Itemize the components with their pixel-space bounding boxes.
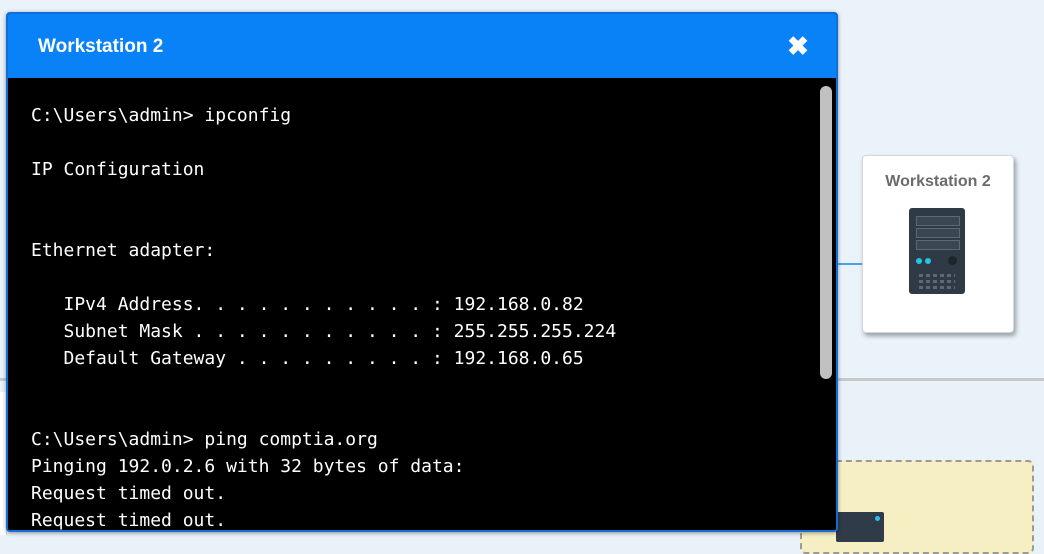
terminal-line: Request timed out. bbox=[31, 483, 227, 504]
workstation-terminal-modal: Workstation 2 ✖ C:\Users\admin> ipconfig… bbox=[6, 12, 838, 532]
terminal-line: C:\Users\admin> ping comptia.org bbox=[31, 429, 378, 450]
terminal-line: IPv4 Address. . . . . . . . . . . : 192.… bbox=[31, 294, 584, 315]
terminal-line: Default Gateway . . . . . . . . . : 192.… bbox=[31, 348, 584, 369]
terminal-line: Pinging 192.0.2.6 with 32 bytes of data: bbox=[31, 456, 465, 477]
terminal-scrollbar[interactable] bbox=[816, 78, 836, 530]
close-icon[interactable]: ✖ bbox=[786, 33, 810, 59]
workstation-2-card[interactable]: Workstation 2 bbox=[862, 155, 1014, 333]
device-card-label: Workstation 2 bbox=[885, 173, 991, 190]
terminal-output[interactable]: C:\Users\admin> ipconfig IP Configuratio… bbox=[8, 78, 816, 530]
network-connection-line bbox=[835, 263, 863, 265]
terminal-line: IP Configuration bbox=[31, 159, 205, 180]
modal-header: Workstation 2 ✖ bbox=[8, 14, 836, 78]
workstation-tower-icon bbox=[909, 208, 965, 294]
network-device-icon[interactable] bbox=[836, 512, 884, 542]
terminal-line: Request timed out. bbox=[31, 510, 227, 530]
scrollbar-thumb[interactable] bbox=[820, 86, 832, 379]
terminal-line: Subnet Mask . . . . . . . . . . . : 255.… bbox=[31, 321, 617, 342]
modal-title: Workstation 2 bbox=[38, 36, 164, 57]
terminal-line: C:\Users\admin> ipconfig bbox=[31, 105, 292, 126]
terminal-line: Ethernet adapter: bbox=[31, 240, 216, 261]
